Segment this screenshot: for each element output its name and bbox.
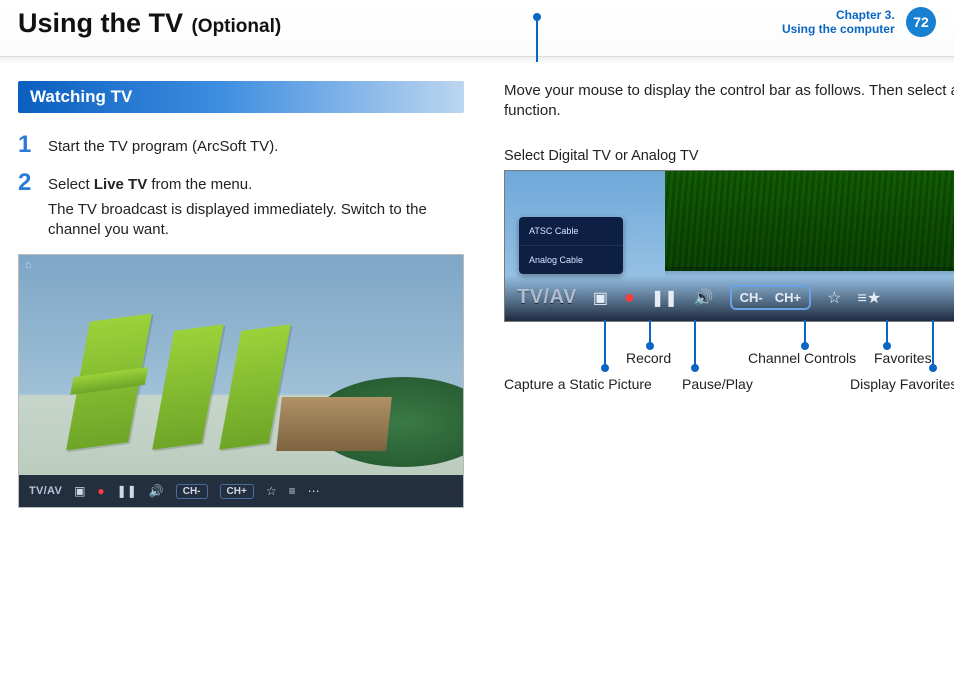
- caption-pauseplay: Pause/Play: [682, 376, 753, 392]
- channel-controls[interactable]: CH- CH+: [730, 285, 811, 310]
- caption-display-favorites: Display Favorites: [850, 376, 954, 392]
- tv-type-option-analog[interactable]: Analog Cable: [519, 245, 623, 274]
- tv-screenshot-controlbar: ATSC Cable Analog Cable TV/AV ▣ ● ❚❚ 🔊 C…: [504, 170, 954, 322]
- step-1-number: 1: [18, 133, 36, 157]
- channel-up-button[interactable]: CH+: [220, 484, 254, 499]
- tv-control-bar-large: TV/AV ▣ ● ❚❚ 🔊 CH- CH+ ☆ ≡★: [505, 275, 954, 321]
- chapter-line2: Using the computer: [782, 22, 895, 36]
- leader-record: [649, 320, 651, 346]
- tvav-label[interactable]: TV/AV: [29, 485, 62, 497]
- caption-row-1: Record Channel Controls Favorites: [504, 350, 954, 372]
- list-star-icon[interactable]: ≡★: [857, 288, 881, 308]
- record-icon[interactable]: ●: [97, 484, 104, 498]
- pause-icon[interactable]: ❚❚: [117, 484, 137, 498]
- tv-type-menu[interactable]: ATSC Cable Analog Cable: [519, 217, 623, 274]
- volume-icon[interactable]: 🔊: [694, 288, 714, 308]
- leader-channels: [804, 320, 806, 346]
- caption-capture: Capture a Static Picture: [504, 376, 652, 392]
- channel-down-button[interactable]: CH-: [740, 290, 763, 305]
- camera-icon[interactable]: ▣: [593, 288, 608, 308]
- decor-grass: [665, 171, 954, 271]
- step-2-number: 2: [18, 171, 36, 240]
- step-2-text: Select Live TV from the menu. The TV bro…: [48, 171, 464, 240]
- right-column: Move your mouse to display the control b…: [504, 81, 954, 508]
- caption-record: Record: [626, 350, 671, 366]
- page-title: Using the TV: [18, 0, 183, 39]
- left-column: Watching TV 1 Start the TV program (ArcS…: [18, 81, 464, 508]
- star-icon[interactable]: ☆: [266, 484, 277, 498]
- header-shadow: [0, 56, 954, 64]
- decor-letter-l1: [152, 324, 224, 450]
- step-1: 1 Start the TV program (ArcSoft TV).: [18, 133, 464, 157]
- star-icon[interactable]: ☆: [827, 288, 841, 308]
- caption-select-tv-type: Select Digital TV or Analog TV: [504, 148, 954, 164]
- decor-building: [276, 397, 392, 451]
- tv-screenshot-main: ⌂ TV/AV ▣ ● ❚❚ 🔊 CH- CH+ ☆ ≡ ⋯: [18, 254, 464, 508]
- channel-up-button[interactable]: CH+: [775, 290, 801, 305]
- camera-icon[interactable]: ▣: [74, 484, 85, 498]
- page-header: Using the TV (Optional) Chapter 3. Using…: [0, 0, 954, 57]
- decor-letter-a: [66, 313, 152, 450]
- chapter-line1: Chapter 3.: [782, 8, 895, 22]
- page-subtitle: (Optional): [191, 16, 281, 38]
- section-heading: Watching TV: [18, 81, 464, 113]
- tv-control-bar-small: TV/AV ▣ ● ❚❚ 🔊 CH- CH+ ☆ ≡ ⋯: [19, 475, 463, 507]
- chapter-info: Chapter 3. Using the computer 72: [782, 7, 936, 37]
- list-star-icon[interactable]: ≡: [289, 484, 296, 498]
- callout-leader-top: [536, 17, 538, 62]
- pause-icon[interactable]: ❚❚: [651, 288, 678, 308]
- home-icon: ⌂: [25, 259, 32, 271]
- leader-favorites: [886, 320, 888, 346]
- step-1-text: Start the TV program (ArcSoft TV).: [48, 133, 278, 157]
- tv-controlbar-diagram: ATSC Cable Analog Cable TV/AV ▣ ● ❚❚ 🔊 C…: [504, 170, 954, 398]
- record-icon[interactable]: ●: [624, 287, 635, 308]
- caption-favorites: Favorites: [874, 350, 932, 366]
- step-2: 2 Select Live TV from the menu. The TV b…: [18, 171, 464, 240]
- tvav-button[interactable]: TV/AV: [517, 286, 577, 309]
- more-icon[interactable]: ⋯: [308, 484, 320, 498]
- volume-icon[interactable]: 🔊: [149, 484, 164, 498]
- page-number-badge: 72: [906, 7, 936, 37]
- tv-type-option-atsc[interactable]: ATSC Cable: [519, 217, 623, 245]
- caption-row-2: Capture a Static Picture Pause/Play Disp…: [504, 376, 954, 398]
- channel-down-button[interactable]: CH-: [176, 484, 208, 499]
- right-intro-text: Move your mouse to display the control b…: [504, 81, 954, 122]
- caption-channel-controls: Channel Controls: [748, 350, 856, 366]
